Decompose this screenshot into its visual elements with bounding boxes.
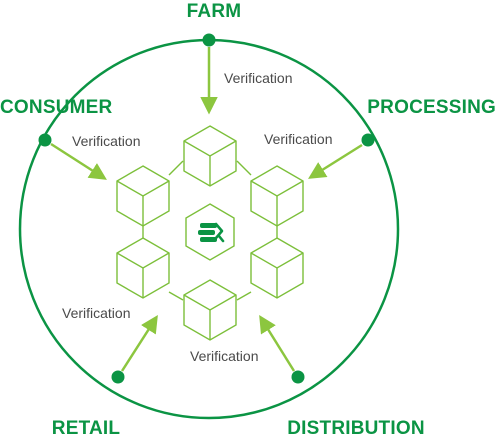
block-cube-top bbox=[183, 125, 237, 187]
retail-label: RETAIL bbox=[52, 418, 121, 435]
consumer-verification-label: Verification bbox=[72, 133, 140, 149]
block-cube-upper-right bbox=[250, 165, 304, 227]
retail-verification-arrow bbox=[120, 315, 158, 372]
block-cube-bottom bbox=[183, 279, 237, 341]
block-cube-lower-left bbox=[116, 237, 170, 299]
distribution-label: DISTRIBUTION bbox=[287, 418, 425, 435]
processing-node-dot bbox=[361, 133, 375, 147]
farm-node-dot bbox=[202, 33, 216, 47]
distribution-verification-arrow bbox=[259, 315, 296, 372]
consumer-node-dot bbox=[38, 133, 52, 147]
processing-verification-label: Verification bbox=[264, 131, 332, 147]
retail-verification-label: Verification bbox=[62, 305, 130, 321]
retail-node-dot bbox=[111, 370, 125, 384]
block-cube-lower-right bbox=[250, 237, 304, 299]
consumer-label: CONSUMER bbox=[0, 97, 113, 118]
distribution-verification-label: Verification bbox=[190, 348, 258, 364]
consumer-verification-arrow bbox=[50, 142, 107, 180]
distribution-node-dot bbox=[291, 370, 305, 384]
block-cube-upper-left bbox=[116, 165, 170, 227]
farm-verification-label: Verification bbox=[224, 70, 292, 86]
supply-chain-diagram: FARM PROCESSING DISTRIBUTION RETAIL CONS… bbox=[0, 1, 496, 435]
farm-label: FARM bbox=[187, 1, 242, 22]
center-hexagon bbox=[185, 203, 235, 261]
processing-label: PROCESSING bbox=[367, 97, 496, 118]
processing-verification-arrow bbox=[308, 143, 363, 179]
